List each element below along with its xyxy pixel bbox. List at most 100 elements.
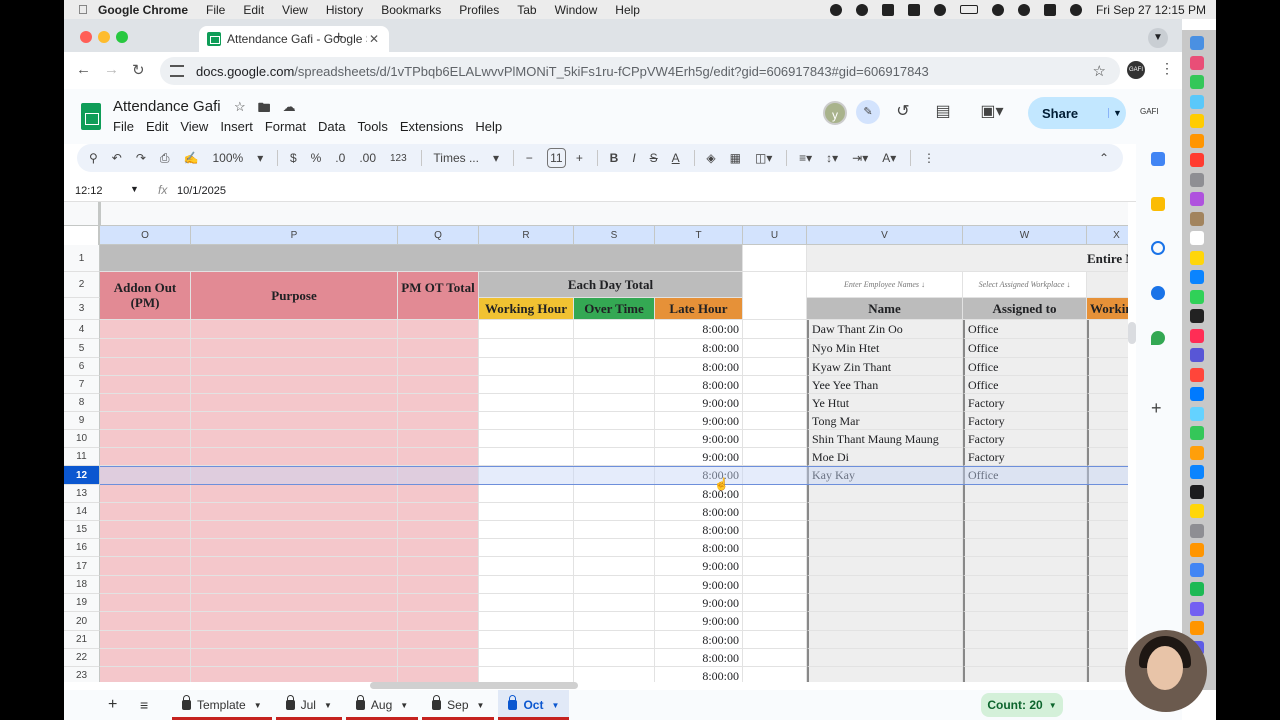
employee-name-cell[interactable]: Daw Thant Zin Oo xyxy=(807,320,963,339)
employee-name-cell[interactable]: Ye Htut xyxy=(807,394,963,412)
addon-out-header[interactable]: Addon Out (PM) xyxy=(100,272,191,320)
working-hour-cell[interactable] xyxy=(479,430,574,448)
working-cell[interactable] xyxy=(1087,358,1128,376)
font-chevron-icon[interactable]: ▾ xyxy=(493,151,499,165)
italic-icon[interactable]: I xyxy=(632,151,635,165)
header-band[interactable] xyxy=(100,245,743,272)
purpose-cell[interactable] xyxy=(191,412,398,430)
late-hour-header[interactable]: Late Hour xyxy=(655,298,743,320)
pm-ot-cell[interactable] xyxy=(398,376,479,394)
select-workplace-hint[interactable]: Select Assigned Workplace ↓ xyxy=(963,272,1087,298)
row-header-6[interactable]: 6 xyxy=(64,358,100,376)
working-hour-cell[interactable] xyxy=(479,631,574,649)
assigned-to-cell[interactable] xyxy=(963,576,1087,594)
new-tab-icon[interactable]: + xyxy=(334,29,343,47)
row-header-12[interactable]: 12 xyxy=(64,466,100,485)
add-sheet-icon[interactable]: + xyxy=(108,696,140,714)
over-time-cell[interactable] xyxy=(574,631,655,649)
dock-app-icon[interactable] xyxy=(1190,328,1204,343)
row-header-3[interactable]: 3 xyxy=(64,298,100,320)
working-hour-cell[interactable] xyxy=(479,358,574,376)
over-time-cell[interactable] xyxy=(574,612,655,631)
addon-out-cell[interactable] xyxy=(100,430,191,448)
menubar-help[interactable]: Help xyxy=(615,3,640,17)
purpose-cell[interactable] xyxy=(191,576,398,594)
over-time-cell[interactable] xyxy=(574,430,655,448)
get-addons-icon[interactable]: + xyxy=(1151,398,1162,419)
menubar-clock[interactable]: Fri Sep 27 12:15 PM xyxy=(1096,3,1206,17)
paint-format-icon[interactable]: ✍ xyxy=(184,151,199,165)
purpose-cell[interactable] xyxy=(191,649,398,667)
dock-app-icon[interactable] xyxy=(1190,445,1204,460)
more-formats-button[interactable]: 123 xyxy=(390,153,407,164)
assigned-to-cell[interactable] xyxy=(963,612,1087,631)
spreadsheet-grid[interactable]: O P Q R S T U V W X 1 2 3 4 5 6 7 8 9 10 11 12 13 14 15 16 17 18 19 2… xyxy=(64,202,1128,682)
working-cell[interactable] xyxy=(1087,649,1128,667)
empty-cell[interactable] xyxy=(743,539,807,557)
empty-cell[interactable] xyxy=(743,448,807,466)
menu-tools[interactable]: Tools xyxy=(357,119,387,134)
purpose-cell[interactable] xyxy=(191,358,398,376)
redo-icon[interactable]: ↷ xyxy=(136,151,146,165)
undo-icon[interactable]: ↶ xyxy=(112,151,122,165)
late-hour-cell[interactable]: 8:00:00 xyxy=(655,466,743,485)
pm-ot-cell[interactable] xyxy=(398,430,479,448)
over-time-cell[interactable] xyxy=(574,649,655,667)
working-cell[interactable] xyxy=(1087,339,1128,358)
sheet-tab-chevron-icon[interactable]: ▼ xyxy=(324,701,332,710)
row-header-22[interactable]: 22 xyxy=(64,649,100,667)
working-header[interactable]: Workin xyxy=(1087,298,1128,320)
addon-out-cell[interactable] xyxy=(100,466,191,485)
late-hour-cell[interactable]: 8:00:00 xyxy=(655,376,743,394)
assigned-to-cell[interactable] xyxy=(963,485,1087,503)
name-box-chevron-icon[interactable]: ▼ xyxy=(130,184,139,194)
over-time-cell[interactable] xyxy=(574,358,655,376)
row-header-16[interactable]: 16 xyxy=(64,539,100,557)
column-header-r[interactable]: R xyxy=(479,226,574,245)
addon-out-cell[interactable] xyxy=(100,539,191,557)
menu-edit[interactable]: Edit xyxy=(146,119,168,134)
purpose-cell[interactable] xyxy=(191,394,398,412)
each-day-total-header[interactable]: Each Day Total xyxy=(479,272,743,298)
apple-icon[interactable]:  xyxy=(78,2,98,17)
column-header-o[interactable]: O xyxy=(100,226,191,245)
working-cell[interactable] xyxy=(1087,576,1128,594)
shield-icon[interactable] xyxy=(855,3,868,16)
addon-out-cell[interactable] xyxy=(100,667,191,682)
purpose-cell[interactable] xyxy=(191,485,398,503)
working-cell[interactable] xyxy=(1087,521,1128,539)
addon-out-cell[interactable] xyxy=(100,631,191,649)
working-cell[interactable] xyxy=(1087,448,1128,466)
menu-insert[interactable]: Insert xyxy=(220,119,253,134)
dock-app-icon[interactable] xyxy=(1190,270,1204,284)
back-icon[interactable]: ← xyxy=(76,61,91,78)
over-time-cell[interactable] xyxy=(574,485,655,503)
empty-cell[interactable] xyxy=(743,503,807,521)
sheet-tab-chevron-icon[interactable]: ▼ xyxy=(254,701,262,710)
purpose-cell[interactable] xyxy=(191,430,398,448)
tab-close-icon[interactable]: ✕ xyxy=(367,32,381,46)
assigned-to-cell[interactable]: Factory xyxy=(963,448,1087,466)
count-chevron-icon[interactable]: ▼ xyxy=(1049,701,1057,710)
column-header-v[interactable]: V xyxy=(807,226,963,245)
employee-name-cell[interactable] xyxy=(807,539,963,557)
row-header-17[interactable]: 17 xyxy=(64,557,100,576)
empty-cell[interactable] xyxy=(743,557,807,576)
employee-name-cell[interactable]: Moe Di xyxy=(807,448,963,466)
assigned-to-cell[interactable]: Factory xyxy=(963,412,1087,430)
dock-app-icon[interactable] xyxy=(1190,114,1204,128)
late-hour-cell[interactable]: 9:00:00 xyxy=(655,412,743,430)
working-hour-cell[interactable] xyxy=(479,649,574,667)
addon-out-cell[interactable] xyxy=(100,320,191,339)
assigned-to-cell[interactable] xyxy=(963,649,1087,667)
assigned-to-header[interactable]: Assigned to xyxy=(963,298,1087,320)
addon-out-cell[interactable] xyxy=(100,594,191,612)
version-history-icon[interactable]: ↺ xyxy=(894,104,912,120)
sheet-tab-chevron-icon[interactable]: ▼ xyxy=(400,701,408,710)
employee-name-cell[interactable] xyxy=(807,612,963,631)
comments-icon[interactable]: ▤ xyxy=(934,104,952,120)
working-hour-cell[interactable] xyxy=(479,485,574,503)
working-cell[interactable] xyxy=(1087,539,1128,557)
meet-video-icon[interactable]: ▣▾ xyxy=(977,104,1007,120)
name-header[interactable]: Name xyxy=(807,298,963,320)
